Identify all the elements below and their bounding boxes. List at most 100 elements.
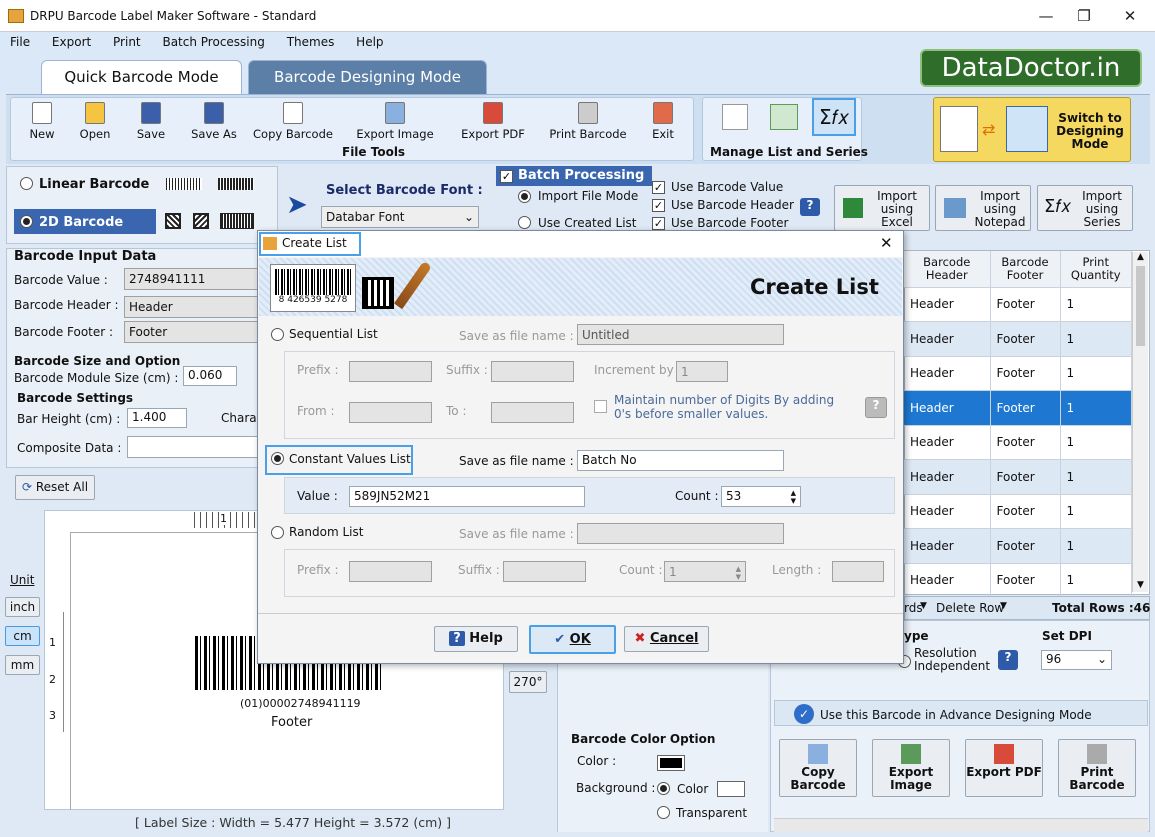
dropdown-icon[interactable]: ▼ [920,601,927,611]
seq-filename-input[interactable]: Untitled [577,324,784,345]
table-row[interactable]: Header Footer 1 [904,287,1132,322]
menu-print[interactable]: Print [103,32,149,49]
barcode-color-swatch[interactable] [657,755,685,771]
count-input[interactable]: 53 ▲ ▼ [721,486,801,507]
resolution-help-icon[interactable]: ? [998,650,1018,670]
length-input[interactable] [832,561,884,582]
barcode-value-input[interactable]: 2748941111 [124,268,258,290]
export-image-action[interactable]: Export Image [872,739,950,797]
barcode-header-input[interactable]: Header [124,296,258,318]
dpi-select[interactable]: 96 ⌄ [1041,650,1112,670]
bg-color-radio[interactable] [657,782,670,798]
excel-list-icon[interactable] [770,104,798,130]
table-row-selected[interactable]: Header Footer 1 [904,390,1132,426]
reset-all-button[interactable]: ⟳ Reset All [15,475,95,500]
col-header-quantity[interactable]: Print Quantity [1060,251,1132,288]
rotate-270-button[interactable]: 270° [509,671,547,693]
constant-value-input[interactable]: 589JN52M21 [349,486,585,507]
bg-color-swatch[interactable] [717,781,745,797]
composite-input[interactable] [127,436,259,458]
export-image-button[interactable]: Export Image [352,102,438,144]
table-row[interactable]: Header Footer 1 [904,425,1132,460]
menu-themes[interactable]: Themes [277,32,343,49]
print-barcode-action[interactable]: Print Barcode [1058,739,1136,797]
constant-radio[interactable] [271,452,284,468]
export-pdf-button[interactable]: Export PDF [458,102,528,144]
close-icon[interactable]: ✕ [1120,6,1140,26]
import-excel-button[interactable]: Import using Excel [834,185,930,231]
maintain-help-icon[interactable]: ? [865,397,887,418]
twod-radio[interactable] [20,215,33,231]
transparent-radio[interactable] [657,806,670,822]
table-row[interactable]: Header Footer 1 [904,356,1132,391]
rand-prefix-input[interactable] [349,561,432,582]
save-button[interactable]: Save [130,102,172,144]
sequential-radio[interactable] [271,328,284,344]
table-row[interactable]: Header Footer 1 [904,563,1132,598]
copy-barcode-button[interactable]: Copy Barcode [250,102,336,144]
const-filename-input[interactable]: Batch No [577,450,784,471]
unit-inch-button[interactable]: inch [5,597,40,617]
menu-file[interactable]: File [0,32,38,49]
tab-quick-barcode[interactable]: Quick Barcode Mode [41,60,242,94]
batch-checkbox[interactable]: ✓ [500,169,513,183]
print-barcode-button[interactable]: Print Barcode [545,102,631,144]
table-row[interactable]: Header Footer 1 [904,321,1132,357]
new-button[interactable]: New [22,102,62,144]
unit-mm-button[interactable]: mm [5,655,40,675]
random-radio[interactable] [271,526,284,542]
seq-prefix-input[interactable] [349,361,432,382]
cancel-button[interactable]: ✖ Cancel [624,626,709,652]
export-pdf-action[interactable]: Export PDF [965,739,1043,797]
col-header-footer[interactable]: Barcode Footer [990,251,1061,288]
barcode-footer-input[interactable]: Footer [124,321,258,343]
rand-filename-input[interactable] [577,523,784,544]
tab-designing-mode[interactable]: Barcode Designing Mode [248,60,487,94]
maintain-digits-checkbox[interactable] [594,400,607,416]
help-icon[interactable]: ? [800,198,820,216]
ok-button[interactable]: ✔ OK [529,625,616,654]
import-notepad-button[interactable]: Import using Notepad [935,185,1031,231]
linear-radio[interactable] [20,177,33,193]
table-row[interactable]: Header Footer 1 [904,494,1132,529]
help-button[interactable]: ? Help [434,626,518,652]
seq-suffix-input[interactable] [491,361,574,382]
use-value-checkbox[interactable]: ✓ [652,180,665,194]
maximize-icon[interactable]: ❐ [1074,6,1094,26]
dialog-close-icon[interactable]: ✕ [880,234,893,252]
copy-barcode-action[interactable]: Copy Barcode [779,739,857,797]
batch-processing-header[interactable]: Batch Processing [496,166,652,186]
exit-button[interactable]: Exit [646,102,680,144]
unit-cm-button[interactable]: cm [5,626,40,646]
table-row[interactable]: Header Footer 1 [904,459,1132,495]
use-value-label: Use Barcode Value [671,180,784,194]
delete-row-menu[interactable]: Delete Row [936,601,1004,615]
menu-batch[interactable]: Batch Processing [152,32,272,49]
import-file-radio[interactable] [518,190,531,206]
module-size-input[interactable]: 0.060 [183,366,237,386]
minimize-icon[interactable]: — [1036,6,1056,26]
grid-scrollbar[interactable]: ▲ ▼ [1132,252,1148,592]
table-row[interactable]: Header Footer 1 [904,528,1132,564]
to-input[interactable] [491,402,574,423]
bar-height-input[interactable]: 1.400 [127,408,187,428]
composite-label: Composite Data : [17,441,122,455]
menu-export[interactable]: Export [42,32,99,49]
rand-count-input[interactable]: 1 ▲ ▼ [664,561,746,582]
open-button[interactable]: Open [74,102,116,144]
series-sigma-icon[interactable]: Σ𝑓𝑥 [812,98,856,136]
rand-suffix-input[interactable] [503,561,586,582]
save-as-button[interactable]: Save As [186,102,242,144]
increment-input[interactable]: 1 [676,361,728,382]
bottom-scrollbar[interactable] [774,818,1148,832]
menu-help[interactable]: Help [346,32,391,49]
from-input[interactable] [349,402,432,423]
switch-designing-button[interactable]: ⇄ Switch to Designing Mode [933,97,1131,162]
use-footer-checkbox[interactable]: ✓ [652,216,665,230]
delete-dropdown-icon[interactable]: ▼ [1000,601,1007,611]
col-header-header[interactable]: Barcode Header [904,251,991,288]
edit-list-icon[interactable] [722,104,748,130]
use-header-checkbox[interactable]: ✓ [652,198,665,212]
font-select[interactable]: Databar Font ⌄ [321,206,479,228]
import-series-button[interactable]: Σ𝑓𝑥 Import using Series [1037,185,1133,231]
